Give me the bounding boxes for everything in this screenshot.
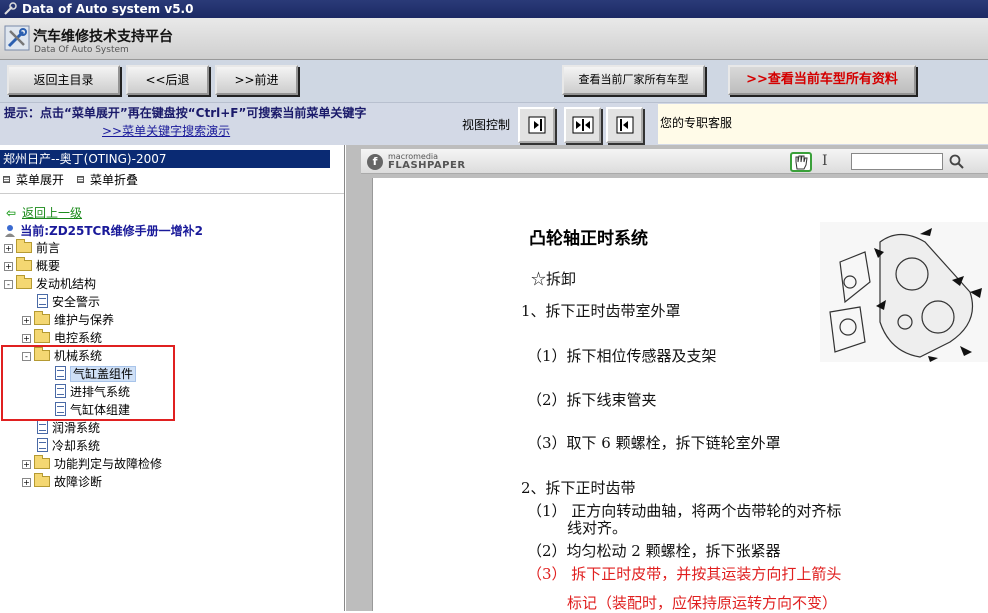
expand-toggle-icon[interactable]: + <box>4 262 13 271</box>
tree-item-label: 故障诊断 <box>54 475 103 489</box>
tree-item[interactable]: 润滑系统 <box>22 419 100 437</box>
doc-line: （3） 拆下正时皮带，并按其运装方向打上箭头 <box>527 565 842 583</box>
green-back-arrow-icon: ⇦ <box>6 206 17 220</box>
menu-collapse[interactable]: 菜单折叠 <box>77 171 138 188</box>
folder-icon <box>16 275 32 289</box>
tools-logo-icon <box>4 25 30 51</box>
tree-item-label: 前言 <box>36 241 61 255</box>
doc-line: ☆拆卸 <box>531 270 577 288</box>
tree-item-label: 概要 <box>36 259 61 273</box>
all-maker-models-button[interactable]: 查看当前厂家所有车型 <box>562 65 705 95</box>
current-manual-label: 当前:ZD25TCR维修手册一增补2 <box>20 224 203 238</box>
expand-toggle-icon[interactable]: + <box>22 316 31 325</box>
tree-item-label: 冷却系统 <box>52 439 101 453</box>
document-icon <box>37 420 48 434</box>
wrench-icon <box>4 2 17 15</box>
arrow-right-bar-icon <box>528 116 545 134</box>
doc-line: （1）拆下相位传感器及支架 <box>527 347 717 365</box>
tree-item-label: 润滑系统 <box>52 421 101 435</box>
tree-item-label: 维护与保养 <box>54 313 115 327</box>
tree-item[interactable]: + 前言 <box>4 239 60 257</box>
hand-glyph-icon <box>795 155 808 170</box>
current-manual: 当前:ZD25TCR维修手册一增补2 <box>4 222 203 239</box>
tree-item[interactable]: + 维护与保养 <box>22 311 114 329</box>
view-expand-left-button[interactable] <box>606 107 643 143</box>
collapse-toggle-icon[interactable]: - <box>4 280 13 289</box>
tree-item-label: 功能判定与故障检修 <box>54 457 163 471</box>
tree-item[interactable]: 冷却系统 <box>22 437 100 455</box>
split-arrows-icon <box>572 116 593 134</box>
app-subtitle: Data Of Auto System <box>34 45 129 55</box>
hint-text: 提示：点击“菜单展开”再在键盘按“Ctrl+F”可搜索当前菜单关键字 <box>4 106 367 120</box>
tree-item[interactable]: + 概要 <box>4 257 60 275</box>
sidebar-divider <box>0 193 344 194</box>
flashpaper-brand-big: FLASHPAPER <box>388 160 466 171</box>
tree-item[interactable]: + 故障诊断 <box>22 473 102 491</box>
flashpaper-search-input[interactable] <box>851 153 943 170</box>
customer-service[interactable]: 您的专职客服 <box>658 104 988 144</box>
tree-item-label: 电控系统 <box>54 331 103 345</box>
window-title-bar: Data of Auto system v5.0 <box>0 0 988 18</box>
double-chevron-icon: >> <box>746 72 768 87</box>
expand-toggle-icon[interactable]: + <box>22 334 31 343</box>
doc-line: （3）取下 6 颗螺栓，拆下链轮室外罩 <box>527 434 781 452</box>
search-icon[interactable] <box>948 153 966 171</box>
expand-icon <box>3 176 10 183</box>
tree-item[interactable]: - 发动机结构 <box>4 275 96 293</box>
search-demo-link[interactable]: >>菜单关键字搜索演示 <box>102 122 230 139</box>
doc-line: 标记（装配时，应保持原运转方向不变） <box>567 594 838 612</box>
home-button[interactable]: 返回主目录 <box>7 65 120 95</box>
all-model-docs-button[interactable]: >>查看当前车型所有资料 <box>728 65 916 95</box>
doc-line: （2）均匀松动 2 颗螺栓，拆下张紧器 <box>527 542 781 560</box>
app-name: 汽车维修技术支持平台 <box>33 29 173 45</box>
menu-expand-label: 菜单展开 <box>16 173 65 187</box>
folder-icon <box>34 455 50 469</box>
document-icon <box>37 438 48 452</box>
back-button[interactable]: <<后退 <box>126 65 209 95</box>
window-title: Data of Auto system v5.0 <box>22 2 194 16</box>
view-control-label: 视图控制 <box>462 118 511 132</box>
tree-item-label: 安全警示 <box>52 295 101 309</box>
folder-icon <box>16 257 32 271</box>
doc-title: 凸轮轴正时系统 <box>529 229 648 249</box>
arrow-left-bar-icon <box>616 116 633 134</box>
hand-tool-icon[interactable] <box>790 152 812 172</box>
app-header: 汽车维修技术支持平台 Data Of Auto System <box>0 18 988 60</box>
doc-line: 线对齐。 <box>567 519 628 537</box>
doc-line: 1、拆下正时齿带室外罩 <box>521 302 681 320</box>
tree-item[interactable]: + 功能判定与故障检修 <box>22 455 162 473</box>
tree-item[interactable]: 安全警示 <box>22 293 100 311</box>
view-expand-right-button[interactable] <box>518 107 555 143</box>
all-model-docs-label: 查看当前车型所有资料 <box>767 72 898 87</box>
flashpaper-logo-icon: f <box>367 154 383 170</box>
expand-toggle-icon[interactable]: + <box>22 460 31 469</box>
folder-icon <box>34 473 50 487</box>
forward-button[interactable]: >>前进 <box>215 65 298 95</box>
person-icon <box>5 225 15 237</box>
folder-icon <box>34 311 50 325</box>
expand-toggle-icon[interactable]: + <box>4 244 13 253</box>
menu-expand[interactable]: 菜单展开 <box>3 171 64 188</box>
document-icon <box>37 294 48 308</box>
doc-line: 2、拆下正时齿带 <box>521 479 636 497</box>
back-up-label: 返回上一级 <box>22 206 83 220</box>
expand-toggle-icon[interactable]: + <box>22 478 31 487</box>
text-select-icon[interactable]: I <box>822 153 828 169</box>
back-up-link[interactable]: ⇦ 返回上一级 <box>6 204 82 221</box>
folder-icon <box>34 329 50 343</box>
highlight-box <box>1 345 175 421</box>
view-split-button[interactable] <box>564 107 601 143</box>
menu-collapse-label: 菜单折叠 <box>90 173 139 187</box>
collapse-icon <box>77 176 84 183</box>
timing-cover-diagram-icon <box>820 222 988 362</box>
folder-icon <box>16 239 32 253</box>
doc-line: （2）拆下线束管夹 <box>527 391 657 409</box>
vehicle-title: 郑州日产--奥丁(OTING)-2007 <box>0 150 330 168</box>
tree-item-label: 发动机结构 <box>36 277 97 291</box>
